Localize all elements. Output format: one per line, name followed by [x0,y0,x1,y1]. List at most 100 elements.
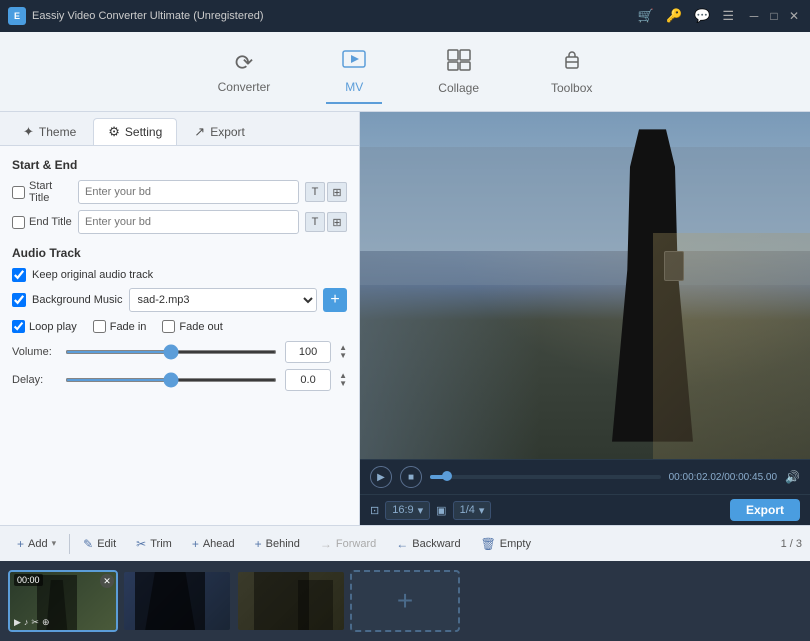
progress-bar[interactable] [430,475,661,479]
nav-item-toolbox[interactable]: Toolbox [535,41,608,103]
end-title-input[interactable] [78,210,299,234]
ahead-button[interactable]: + Ahead [183,532,244,556]
title-icons: 🛒 🔑 💬 ☰ [638,8,734,24]
thumb-duration-1: 00:00 [14,574,43,586]
volume-arrows: ▲ ▼ [339,344,347,360]
thumbnail-3[interactable] [236,570,346,632]
page-count: 1 / 3 [781,538,802,550]
export-tab-icon: ↗ [194,124,205,140]
preview-image [360,112,810,459]
export-button[interactable]: Export [730,499,800,521]
toolbox-icon [560,49,584,77]
nav-item-collage[interactable]: Collage [422,41,495,103]
end-title-checkbox[interactable] [12,216,25,229]
app-title: Eassiy Video Converter Ultimate (Unregis… [32,10,638,22]
tabs: ✦ Theme ⚙ Setting ↗ Export [0,112,359,146]
behind-button[interactable]: + Behind [246,532,309,556]
volume-label: Volume: [12,346,57,358]
aspect-ratio-dropdown[interactable]: 16:9 ▾ [385,501,430,520]
end-title-row: End Title T ⊞ [12,210,347,234]
delay-slider[interactable] [65,378,277,382]
thumbnail-2[interactable] [122,570,232,632]
edit-icon: ✎ [83,537,93,551]
bg-music-checkbox[interactable] [12,293,26,307]
delay-down-arrow[interactable]: ▼ [339,380,347,388]
thumb-play-icon: ▶ [14,617,21,628]
thumb-img-3 [238,572,344,630]
timeline-item-1: 00:00 ▶ ♪ ✂ ⊕ ✕ [8,570,118,632]
trim-button[interactable]: ✂ Trim [127,532,181,556]
tab-export-label: Export [210,125,245,139]
keep-original-checkbox[interactable] [12,268,26,282]
thumb-img-2 [124,572,230,630]
play-button[interactable]: ▶ [370,466,392,488]
start-title-label: Start Title [12,180,72,204]
end-title-style-btn[interactable]: ⊞ [327,212,347,232]
menu-icon[interactable]: ☰ [722,8,734,24]
edit-button[interactable]: ✎ Edit [74,532,125,556]
add-icon: + [17,537,24,551]
loop-play-checkbox[interactable] [12,320,25,333]
end-title-format-btn[interactable]: T [305,212,325,232]
tab-theme-label: Theme [39,125,76,139]
nav-item-converter[interactable]: ⟳ Converter [202,42,287,102]
volume-icon[interactable]: 🔊 [785,470,800,484]
audio-options-row: Loop play Fade in Fade out [12,320,347,333]
add-music-button[interactable]: + [323,288,347,312]
volume-value: 100 [285,341,331,363]
aspect-ratio-icon: ⊡ [370,504,379,517]
player-meta: ⊡ 16:9 ▾ ▣ 1/4 ▾ Export [360,494,810,525]
mv-icon [342,48,366,76]
key-icon[interactable]: 🔑 [666,8,682,24]
stop-button[interactable]: ■ [400,466,422,488]
cart-icon[interactable]: 🛒 [638,8,654,24]
end-title-label: End Title [12,216,72,229]
bg-music-select[interactable]: sad-2.mp3 [129,288,318,312]
timeline: 00:00 ▶ ♪ ✂ ⊕ ✕ + [0,561,810,641]
start-end-title: Start & End [12,158,347,172]
volume-slider[interactable] [65,350,277,354]
video-preview [360,112,810,459]
tab-theme[interactable]: ✦ Theme [8,118,91,145]
empty-button[interactable]: 🗑 Empty [472,532,540,556]
nav-item-mv[interactable]: MV [326,40,382,104]
tab-export[interactable]: ↗ Export [179,118,260,145]
start-title-input[interactable] [78,180,299,204]
timeline-item-3 [236,570,346,632]
close-button[interactable]: ✕ [786,8,802,24]
player-controls: ▶ ■ 00:00:02.02/00:00:45.00 🔊 [360,459,810,494]
nav-bar: ⟳ Converter MV Collage Toolbox [0,32,810,112]
fade-out-checkbox[interactable] [162,320,175,333]
minimize-button[interactable]: － [746,8,762,24]
right-panel: ▶ ■ 00:00:02.02/00:00:45.00 🔊 ⊡ 16:9 ▾ ▣… [360,112,810,525]
forward-button[interactable]: → Forward [311,532,385,556]
forward-icon: → [320,537,332,551]
timeline-add-item: + [350,570,460,632]
thumb-close-1[interactable]: ✕ [100,574,114,588]
thumbnail-1[interactable]: 00:00 ▶ ♪ ✂ ⊕ ✕ [8,570,118,632]
theme-tab-icon: ✦ [23,124,34,140]
empty-icon: 🗑 [481,537,496,551]
fade-in-checkbox[interactable] [93,320,106,333]
start-title-format-btn[interactable]: T [305,182,325,202]
trim-icon: ✂ [136,537,146,551]
add-button[interactable]: + Add ▾ [8,532,65,556]
add-arrow-icon: ▾ [52,538,57,549]
volume-down-arrow[interactable]: ▼ [339,352,347,360]
end-title-btns: T ⊞ [305,212,347,232]
main-area: ✦ Theme ⚙ Setting ↗ Export Start & End S… [0,112,810,525]
fade-out-label: Fade out [162,320,222,333]
start-title-style-btn[interactable]: ⊞ [327,182,347,202]
nav-label-collage: Collage [438,81,479,95]
audio-section-title: Audio Track [12,246,347,260]
add-media-button[interactable]: + [350,570,460,632]
thumb-icons-1: ▶ ♪ ✂ ⊕ [14,617,50,628]
keep-original-label: Keep original audio track [32,269,153,281]
tab-setting[interactable]: ⚙ Setting [93,118,177,145]
thumb-person-2 [135,570,205,630]
maximize-button[interactable]: □ [766,8,782,24]
quality-dropdown[interactable]: 1/4 ▾ [453,501,492,520]
backward-button[interactable]: ← Backward [387,532,469,556]
start-title-checkbox[interactable] [12,186,25,199]
chat-icon[interactable]: 💬 [694,8,710,24]
